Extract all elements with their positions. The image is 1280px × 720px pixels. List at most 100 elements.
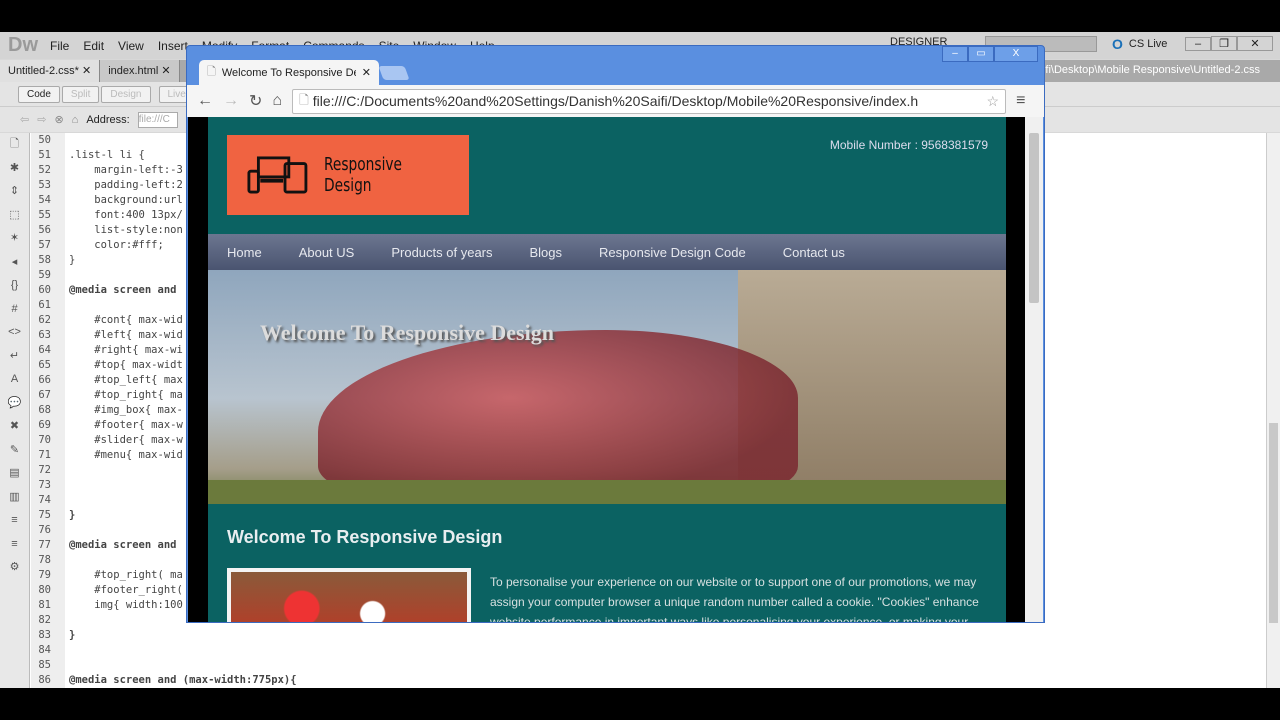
highlight-invalid-icon[interactable]: <> (0, 321, 29, 345)
line-number: 52 (38, 164, 51, 176)
menu-file[interactable]: File (50, 39, 69, 53)
menu-icon[interactable]: ≡ (1016, 92, 1025, 110)
indent-icon[interactable]: ≡ (0, 509, 29, 533)
logo-text: Responsive Design (323, 154, 402, 196)
code-text: font:400 13px/ (69, 209, 183, 221)
line-number: 72 (38, 464, 51, 476)
split-view-button[interactable]: Split (61, 85, 100, 103)
close-icon[interactable]: ✕ (82, 65, 91, 77)
code-text: #menu{ max-wid (69, 449, 183, 461)
devices-icon (247, 156, 308, 194)
address-input[interactable] (137, 111, 178, 128)
line-number: 79 (38, 569, 51, 581)
nav-blogs[interactable]: Blogs (530, 245, 563, 260)
code-line: 84 (31, 643, 297, 658)
vertical-scrollbar[interactable] (1266, 133, 1280, 688)
line-numbers-icon[interactable]: # (0, 298, 29, 322)
minimize-button[interactable]: – (1185, 36, 1211, 51)
snippets-icon[interactable]: ▤ (0, 462, 29, 486)
line-number: 58 (38, 254, 51, 266)
line-number: 53 (38, 179, 51, 191)
code-text: #top_right( ma (69, 569, 183, 581)
menu-edit[interactable]: Edit (83, 39, 104, 53)
forward-icon[interactable]: → (223, 92, 239, 110)
browser-tab[interactable]: 🗋 Welcome To Responsive Des ✕ (199, 60, 379, 85)
page-icon: 🗋 (207, 66, 216, 78)
browser-minimize-button[interactable]: – (942, 46, 968, 62)
code-text: padding-left:2 (69, 179, 183, 191)
line-number: 51 (38, 149, 51, 161)
nav-responsive-code[interactable]: Responsive Design Code (599, 245, 746, 260)
nav-home[interactable]: Home (227, 245, 262, 260)
outdent-icon[interactable]: ≡ (0, 533, 29, 557)
site-logo[interactable]: Responsive Design (227, 135, 469, 215)
syntax-coloring-icon[interactable]: A (0, 368, 29, 392)
nav-about-us[interactable]: About US (299, 245, 355, 260)
line-number: 86 (38, 674, 51, 686)
comment-icon[interactable]: 💬 (0, 392, 29, 416)
select-parent-icon[interactable]: ◂ (0, 251, 29, 275)
home-icon[interactable]: ⌂ (272, 92, 282, 110)
url-bar[interactable]: 🗋 file:///C:/Documents%20and%20Settings/… (292, 88, 1007, 114)
line-number: 83 (38, 629, 51, 641)
code-text: #footer{ max-w (69, 419, 183, 431)
line-number: 73 (38, 479, 51, 491)
format-source-icon[interactable]: ⚙ (0, 556, 29, 580)
close-button[interactable]: ✕ (1237, 36, 1273, 51)
forward-icon[interactable]: ⇨ (37, 113, 46, 126)
browser-tab-title: Welcome To Responsive Des (221, 66, 356, 79)
hero-slider: Welcome To Responsive Design (208, 270, 1006, 504)
back-icon[interactable]: ⇦ (20, 113, 29, 126)
line-number: 68 (38, 404, 51, 416)
menu-view[interactable]: View (118, 39, 144, 53)
close-icon[interactable]: ✕ (161, 65, 170, 77)
wrap-tag-icon[interactable]: ✎ (0, 439, 29, 463)
back-icon[interactable]: ← (197, 92, 213, 110)
bookmark-star-icon[interactable]: ☆ (987, 93, 1000, 110)
nav-products[interactable]: Products of years (391, 245, 492, 260)
stop-icon[interactable]: ⊗ (54, 113, 63, 126)
balance-braces-icon[interactable]: {} (0, 274, 29, 298)
code-text: #img_box{ max- (69, 404, 183, 416)
line-number: 81 (38, 599, 51, 611)
line-number: 65 (38, 359, 51, 371)
word-wrap-icon[interactable]: ↵ (0, 345, 29, 369)
tab-untitled-css[interactable]: Untitled-2.css* ✕ (0, 60, 101, 82)
line-number: 74 (38, 494, 51, 506)
browser-toolbar: ← → ↻ ⌂ 🗋 file:///C:/Documents%20and%20S… (187, 85, 1044, 117)
line-number: 57 (38, 239, 51, 251)
bug-icon[interactable]: ✱ (0, 157, 29, 181)
move-css-icon[interactable]: ▥ (0, 486, 29, 510)
reload-icon[interactable]: ↻ (249, 91, 262, 111)
remove-comment-icon[interactable]: ✖ (0, 415, 29, 439)
line-number: 82 (38, 614, 51, 626)
line-number: 77 (38, 539, 51, 551)
code-text: @media screen and (69, 539, 177, 551)
code-text: list-style:non (69, 224, 183, 236)
line-number: 76 (38, 524, 51, 536)
browser-scrollbar[interactable] (1025, 117, 1043, 622)
design-view-button[interactable]: Design (101, 85, 151, 103)
nav-contact-us[interactable]: Contact us (783, 245, 845, 260)
url-text: file:///C:/Documents%20and%20Settings/Da… (312, 93, 919, 109)
collapse-tag-icon[interactable]: ⇕ (0, 180, 29, 204)
code-text: margin-left:-3 (69, 164, 183, 176)
car-image (318, 330, 798, 500)
collapse-selection-icon[interactable]: ⬚ (0, 204, 29, 228)
browser-maximize-button[interactable]: ▭ (968, 46, 994, 62)
new-tab-button[interactable] (378, 66, 410, 80)
menu-insert[interactable]: Insert (158, 39, 188, 53)
code-view-button[interactable]: Code (18, 85, 60, 103)
line-number: 62 (38, 314, 51, 326)
home-icon[interactable]: ⌂ (72, 114, 79, 126)
browser-close-button[interactable]: X (994, 46, 1038, 62)
mobile-number: Mobile Number : 9568381579 (829, 138, 988, 152)
code-text: #left{ max-wid (69, 329, 183, 341)
restore-button[interactable]: ❐ (1211, 36, 1237, 51)
close-tab-icon[interactable]: ✕ (362, 66, 371, 79)
open-documents-icon[interactable]: 🗋 (0, 133, 29, 157)
expand-all-icon[interactable]: ✶ (0, 227, 29, 251)
line-number: 70 (38, 434, 51, 446)
cs-live-button[interactable]: CS Live (1129, 38, 1168, 50)
tab-index-html[interactable]: index.html ✕ (100, 60, 180, 82)
